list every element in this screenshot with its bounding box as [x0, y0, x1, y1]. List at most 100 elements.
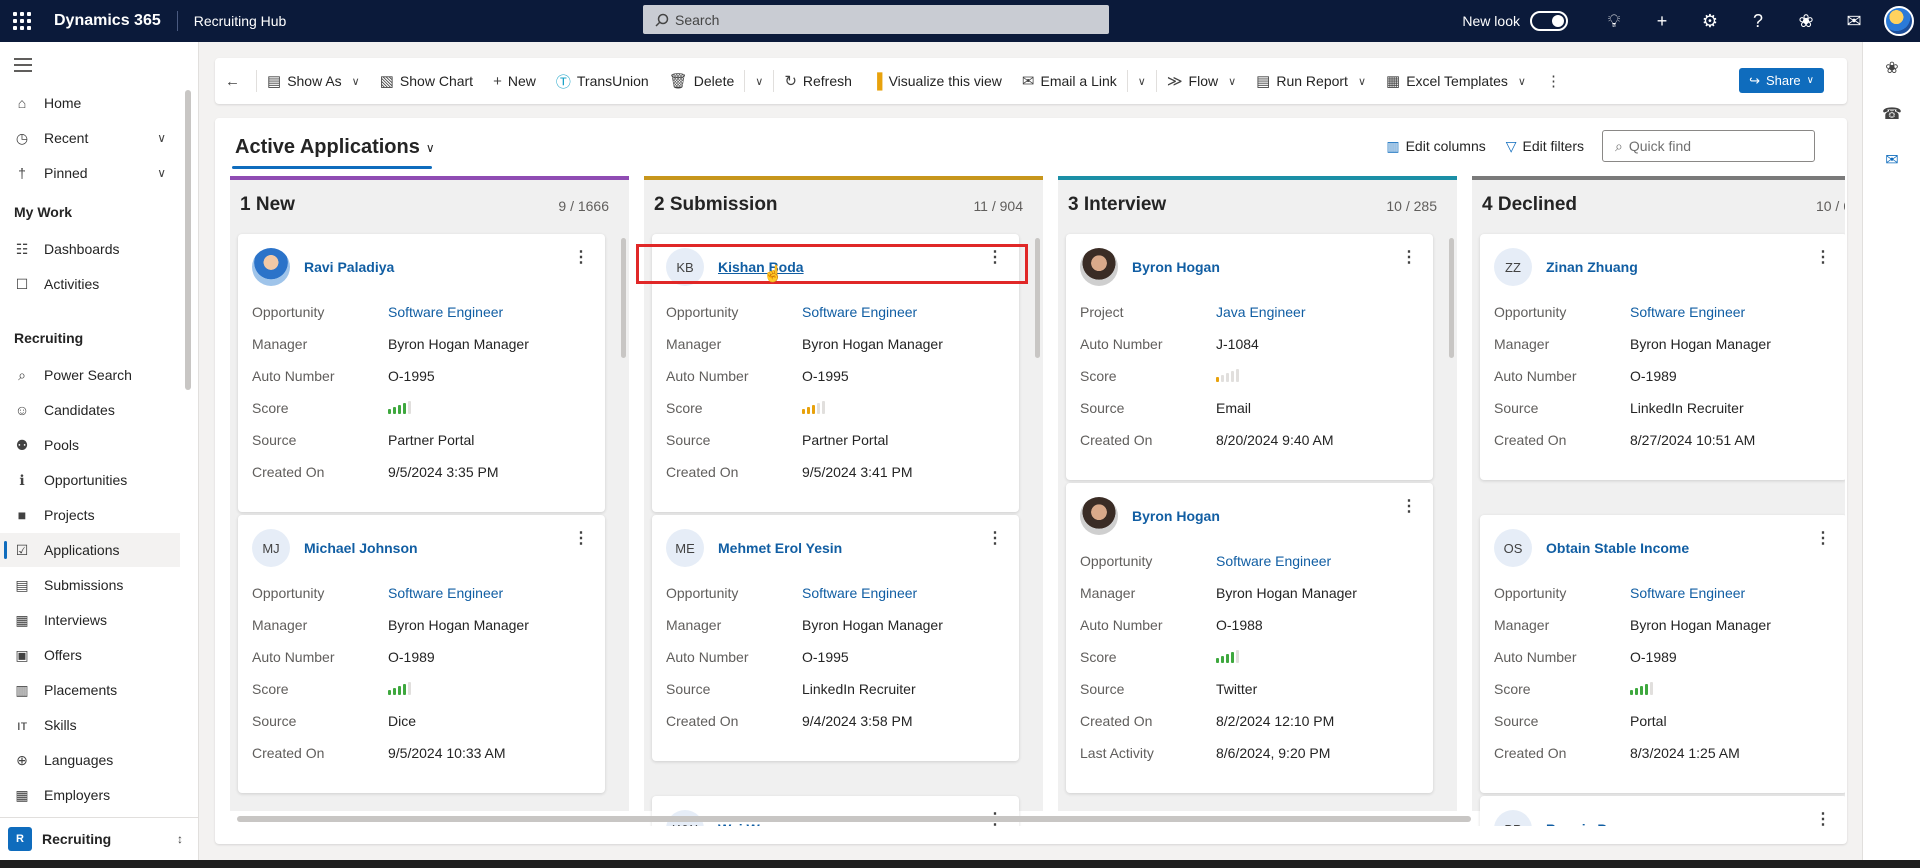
delete-button[interactable]: 🗑︎ Delete — [659, 58, 745, 104]
application-card[interactable]: BP Bonnie Powers ⋮ — [1480, 796, 1845, 826]
visualize-button[interactable]: ▐ Visualize this view — [862, 58, 1012, 104]
hamburger-menu-icon[interactable] — [14, 58, 32, 76]
show-chart-button[interactable]: ▧ Show Chart — [370, 58, 483, 104]
candidate-name-link[interactable]: Mehmet Erol Yesin — [718, 540, 842, 556]
nav-item-activities[interactable]: ☐ Activities — [0, 267, 180, 301]
hub-title[interactable]: Recruiting Hub — [194, 13, 287, 29]
candidate-name-link[interactable]: Ravi Paladiya — [304, 259, 394, 275]
chevron-down-icon[interactable]: ∨ — [157, 166, 166, 180]
column-scrollbar[interactable] — [621, 238, 626, 358]
chat-icon[interactable]: ✉ — [1830, 0, 1878, 42]
plus-icon[interactable]: + — [1638, 0, 1686, 42]
phone-icon[interactable]: ☎ — [1882, 104, 1902, 124]
candidate-name-link[interactable]: Byron Hogan — [1132, 259, 1220, 275]
more-vertical-icon[interactable]: ⋮ — [573, 250, 589, 266]
candidate-name-link[interactable]: Bonnie Powers — [1546, 821, 1647, 826]
field-value-link[interactable]: Software Engineer — [802, 304, 917, 320]
excel-templates-button[interactable]: ▦ Excel Templates ∨ — [1376, 58, 1536, 104]
share-button[interactable]: ↪ Share ∨ — [1739, 68, 1824, 93]
global-search-input[interactable]: Search — [643, 5, 1109, 34]
edit-columns-button[interactable]: ▥ Edit columns — [1386, 138, 1485, 155]
app-title[interactable]: Dynamics 365 — [54, 12, 161, 30]
more-vertical-icon[interactable]: ⋮ — [1401, 499, 1417, 515]
candidate-name-link[interactable]: Obtain Stable Income — [1546, 540, 1689, 556]
column-scrollbar[interactable] — [1035, 238, 1040, 358]
nav-item-projects[interactable]: ■ Projects — [0, 498, 180, 532]
candidate-name-link[interactable]: Zinan Zhuang — [1546, 259, 1638, 275]
nav-item-dashboards[interactable]: ☷ Dashboards — [0, 232, 180, 266]
nav-item-home[interactable]: ⌂ Home — [0, 86, 180, 120]
lightbulb-icon[interactable]: 💡︎ — [1590, 0, 1638, 42]
application-card[interactable]: Ravi Paladiya ⋮ Opportunity Software Engine… — [238, 234, 605, 512]
app-launcher-icon[interactable] — [0, 0, 44, 42]
more-delete-options-button[interactable]: ∨ — [745, 58, 773, 104]
view-selector[interactable]: Active Applications ∨ — [235, 136, 435, 159]
field-value: 8/20/2024 9:40 AM — [1216, 432, 1334, 448]
card-header: Byron Hogan — [1080, 248, 1220, 286]
edit-filters-button[interactable]: ▽ Edit filters — [1506, 138, 1584, 155]
more-vertical-icon[interactable]: ⋮ — [1815, 531, 1831, 547]
application-card[interactable]: OS Obtain Stable Income ⋮ Opportunity Softwa… — [1480, 515, 1845, 793]
area-switcher[interactable]: R Recruiting ↕ — [0, 817, 199, 860]
nav-item-applications[interactable]: ☑ Applications — [0, 533, 180, 567]
more-vertical-icon[interactable]: ⋮ — [573, 531, 589, 547]
candidate-name-link[interactable]: Michael Johnson — [304, 540, 418, 556]
candidate-name-link[interactable]: Byron Hogan — [1132, 508, 1220, 524]
board-horizontal-scrollbar[interactable] — [237, 816, 1471, 822]
run-report-button[interactable]: ▤ Run Report ∨ — [1246, 58, 1376, 104]
help-icon[interactable]: ? — [1734, 0, 1782, 42]
copilot-icon[interactable]: ❀ — [1782, 0, 1830, 42]
flow-button[interactable]: ≫ Flow ∨ — [1157, 58, 1246, 104]
more-commands-button[interactable]: ⋮ — [1536, 58, 1577, 104]
more-vertical-icon[interactable]: ⋮ — [1815, 250, 1831, 266]
application-card[interactable]: Byron Hogan ⋮ Project Java Engineer Auto Num… — [1066, 234, 1433, 480]
application-card[interactable]: ZZ Zinan Zhuang ⋮ Opportunity Software Engin… — [1480, 234, 1845, 480]
nav-item-candidates[interactable]: ☺ Candidates — [0, 393, 180, 427]
more-vertical-icon[interactable]: ⋮ — [1815, 812, 1831, 827]
application-card[interactable]: Byron Hogan ⋮ Opportunity Software Engineer… — [1066, 483, 1433, 793]
user-avatar[interactable] — [1884, 6, 1914, 36]
more-vertical-icon[interactable]: ⋮ — [1401, 250, 1417, 266]
refresh-button[interactable]: ↻ Refresh — [774, 58, 862, 104]
new-look-toggle[interactable] — [1530, 11, 1568, 31]
nav-item-opportunities[interactable]: ℹ Opportunities — [0, 463, 180, 497]
transunion-button[interactable]: Ⓣ TransUnion — [546, 58, 659, 104]
field-value-link[interactable]: Software Engineer — [1630, 585, 1745, 601]
back-button[interactable]: ← — [215, 58, 256, 104]
application-card[interactable]: MJ Michael Johnson ⋮ Opportunity Software En… — [238, 515, 605, 793]
chevron-down-icon[interactable]: ∨ — [157, 131, 166, 145]
column-count: 11 / 904 — [973, 198, 1023, 214]
nav-item-power-search[interactable]: ⌕ Power Search — [0, 358, 180, 392]
field-value: Byron Hogan Manager — [388, 617, 529, 633]
nav-item-interviews[interactable]: ▦ Interviews — [0, 603, 180, 637]
nav-item-pools[interactable]: ⚉ Pools — [0, 428, 180, 462]
field-value-link[interactable]: Software Engineer — [388, 304, 503, 320]
more-vertical-icon[interactable]: ⋮ — [987, 531, 1003, 547]
email-link-button[interactable]: ✉ Email a Link — [1012, 58, 1127, 104]
field-value-link[interactable]: Software Engineer — [1216, 553, 1331, 569]
column-scrollbar[interactable] — [1449, 238, 1454, 358]
chat-icon[interactable]: ✉ — [1882, 150, 1902, 170]
nav-item-skills[interactable]: ıᴛ Skills — [0, 708, 180, 742]
new-button[interactable]: + New — [483, 58, 546, 104]
nav-item-offers[interactable]: ▣ Offers — [0, 638, 180, 672]
nav-item-submissions[interactable]: ▤ Submissions — [0, 568, 180, 602]
nav-item-pinned[interactable]: † Pinned ∨ — [0, 156, 180, 190]
quick-find-input[interactable]: ⌕ Quick find — [1602, 130, 1815, 162]
show-as-button[interactable]: ▤ Show As ∨ — [257, 58, 370, 104]
nav-scrollbar[interactable] — [185, 90, 191, 390]
nav-item-employers[interactable]: ▦ Employers — [0, 778, 180, 812]
field-value-link[interactable]: Software Engineer — [1630, 304, 1745, 320]
nav-item-recent[interactable]: ◷ Recent ∨ — [0, 121, 180, 155]
more-email-options-button[interactable]: ∨ — [1128, 58, 1156, 104]
application-card[interactable]: ME Mehmet Erol Yesin ⋮ Opportunity Software … — [652, 515, 1019, 761]
settings-icon[interactable]: ⚙ — [1686, 0, 1734, 42]
nav-item-placements[interactable]: ▥ Placements — [0, 673, 180, 707]
score-bar — [1236, 650, 1239, 663]
field-value-link[interactable]: Software Engineer — [802, 585, 917, 601]
field-value-link[interactable]: Java Engineer — [1216, 304, 1306, 320]
copilot-icon[interactable]: ❀ — [1882, 58, 1902, 78]
field-value-link[interactable]: Software Engineer — [388, 585, 503, 601]
nav-item-languages[interactable]: ⊕ Languages — [0, 743, 180, 777]
opportunity-icon: ℹ — [19, 471, 25, 488]
